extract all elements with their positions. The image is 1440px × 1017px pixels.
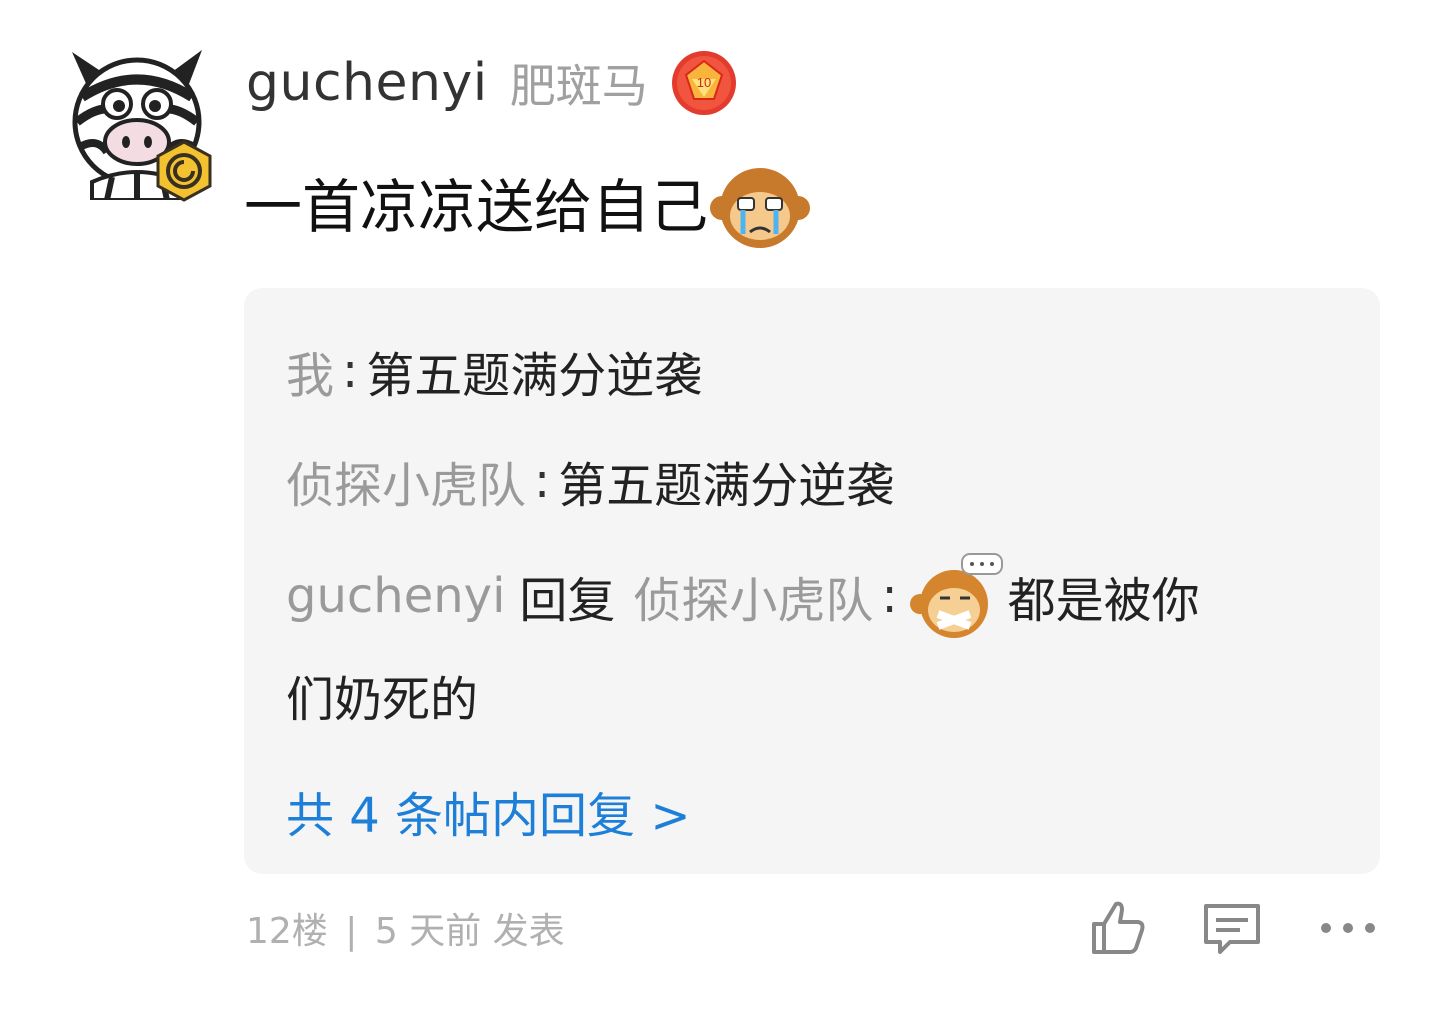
svg-text:10: 10 <box>696 75 710 90</box>
reply-item[interactable]: 侦探小虎队 : 第五题满分逆袭 <box>286 446 894 516</box>
reply-item[interactable]: guchenyi 回复 侦探小虎队 : 都是被你 <box>286 548 1200 644</box>
like-icon[interactable] <box>1086 896 1150 960</box>
reply-text-continuation: 们奶死的 <box>286 660 478 730</box>
monkey-cry-icon <box>710 168 811 248</box>
comment-icon[interactable] <box>1200 896 1264 960</box>
reply-text: 第五题满分逆袭 <box>366 348 703 404</box>
post-action-label: 发表 <box>492 911 565 952</box>
more-replies-link[interactable]: 共 4 条帖内回复 > <box>286 776 691 846</box>
reply-author[interactable]: 我 <box>286 336 334 406</box>
meta-divider: | <box>345 911 358 952</box>
floor-number: 12楼 <box>246 911 328 952</box>
monkey-gag-icon <box>909 553 1003 638</box>
post-time: 5 天前 <box>374 911 482 952</box>
post-content: 一首凉凉送给自己 <box>244 150 811 254</box>
vip-badge-icon[interactable]: 10 <box>670 49 738 117</box>
reply-box[interactable]: 我 : 第五题满分逆袭 侦探小虎队 : 第五题满分逆袭 guchenyi 回复 … <box>244 288 1380 874</box>
post-text: 一首凉凉送给自己 <box>244 173 709 241</box>
reply-separator: : <box>534 453 551 509</box>
reply-separator: : <box>342 343 359 399</box>
reply-author[interactable]: 侦探小虎队 <box>286 446 526 516</box>
post-header: guchenyi 肥斑马 10 <box>246 48 738 118</box>
reply-target[interactable]: 侦探小虎队 <box>633 561 873 631</box>
level-badge-icon <box>156 140 212 202</box>
reply-item[interactable]: 我 : 第五题满分逆袭 <box>286 336 702 406</box>
reply-text: 们奶死的 <box>286 672 479 728</box>
post-meta: 12楼 | 5 天前 发表 <box>246 902 565 954</box>
reply-author[interactable]: guchenyi <box>286 568 505 624</box>
reply-text: 都是被你 <box>1007 573 1200 629</box>
reply-text: 第五题满分逆袭 <box>558 458 895 514</box>
more-icon[interactable] <box>1316 896 1380 960</box>
nickname[interactable]: 肥斑马 <box>510 50 648 116</box>
username[interactable]: guchenyi <box>246 53 488 113</box>
reply-verb: 回复 <box>519 573 616 629</box>
reply-separator: : <box>881 568 898 624</box>
